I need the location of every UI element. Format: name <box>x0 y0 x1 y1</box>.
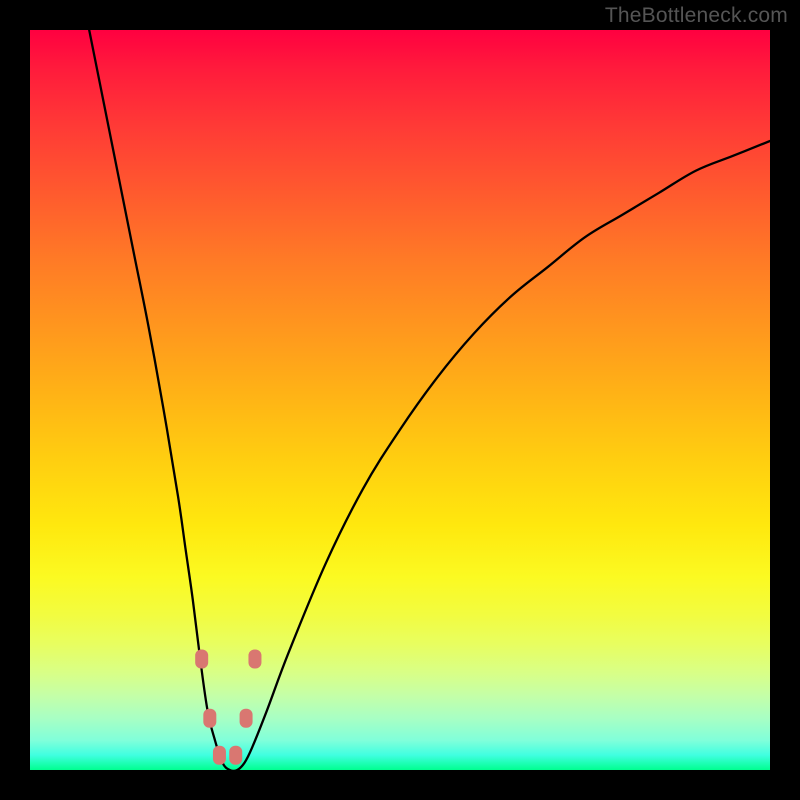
watermark-text: TheBottleneck.com <box>605 4 788 28</box>
curve-marker <box>213 746 226 765</box>
curve-marker <box>229 746 242 765</box>
bottleneck-curve-svg <box>30 30 770 770</box>
curve-marker <box>203 709 216 728</box>
curve-marker <box>248 650 261 669</box>
curve-marker <box>240 709 253 728</box>
curve-marker <box>195 650 208 669</box>
bottleneck-curve-path <box>89 30 770 770</box>
chart-frame: TheBottleneck.com <box>0 0 800 800</box>
plot-area <box>30 30 770 770</box>
